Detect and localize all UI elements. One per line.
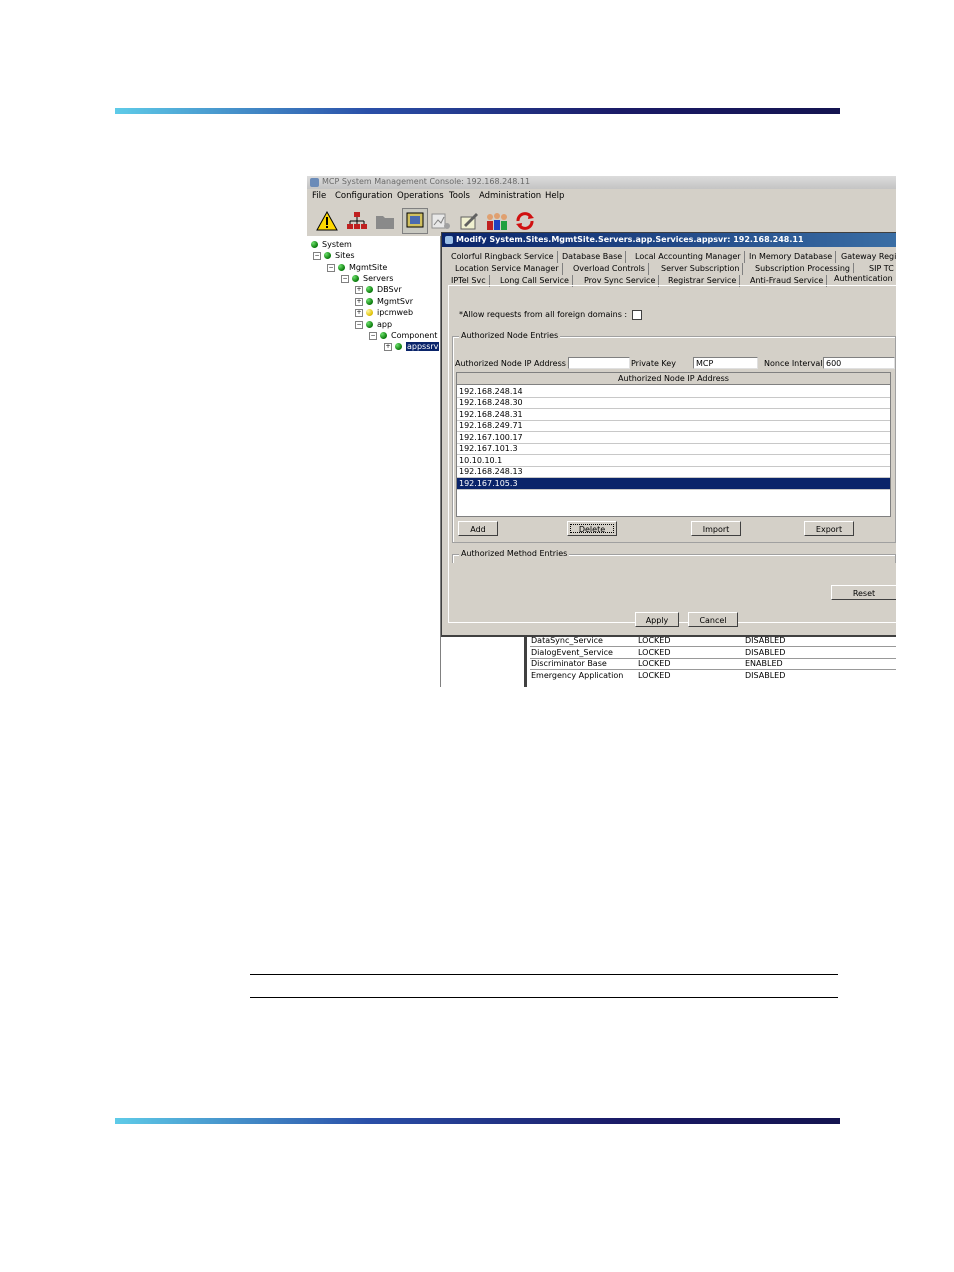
delete-button[interactable]: Delete xyxy=(567,521,617,536)
dialog-title: Modify System.Sites.MgmtSite.Servers.app… xyxy=(456,235,804,244)
edit-icon[interactable] xyxy=(457,209,481,233)
ip-address-input[interactable] xyxy=(568,357,630,369)
tree-node-system[interactable]: System xyxy=(311,240,352,249)
authentication-panel: *Allow requests from all foreign domains… xyxy=(448,285,896,623)
dialog-title-bar: Modify System.Sites.MgmtSite.Servers.app… xyxy=(442,233,896,247)
list-item[interactable]: 192.167.101.3 xyxy=(457,443,890,455)
divider-line xyxy=(250,974,838,975)
header-decorative-bar xyxy=(115,108,840,114)
tree-node-sites[interactable]: − Sites xyxy=(313,251,355,260)
ip-address-label: Authorized Node IP Address xyxy=(455,359,566,368)
chart-icon[interactable] xyxy=(429,209,453,233)
nonce-interval-input[interactable]: 600 xyxy=(823,357,895,369)
tab-gateway-registration[interactable]: Gateway Regi xyxy=(838,251,896,263)
tab-authentication[interactable]: Authentication xyxy=(831,273,896,285)
menu-administration[interactable]: Administration xyxy=(479,191,541,201)
divider-line xyxy=(250,997,838,998)
dialog-icon xyxy=(445,236,453,244)
system-tree: System − Sites − MgmtSite − Servers + DBSvr … xyxy=(307,236,441,687)
list-item[interactable]: 192.168.249.71 xyxy=(457,420,890,432)
authorized-ip-list: Authorized Node IP Address 192.168.248.1… xyxy=(456,372,891,517)
refresh-icon[interactable] xyxy=(513,209,537,233)
export-button[interactable]: Export xyxy=(804,521,854,536)
tab-overload-controls[interactable]: Overload Controls xyxy=(570,263,649,275)
app-icon xyxy=(310,178,319,187)
tab-local-accounting[interactable]: Local Accounting Manager xyxy=(632,251,745,263)
modify-dialog: Modify System.Sites.MgmtSite.Servers.app… xyxy=(441,232,896,637)
menu-help[interactable]: Help xyxy=(545,191,564,201)
network-topology-icon[interactable] xyxy=(345,209,369,233)
menu-configuration[interactable]: Configuration xyxy=(335,191,393,201)
window-title-bar: MCP System Management Console: 192.168.2… xyxy=(307,176,896,189)
tree-node-app[interactable]: − app xyxy=(355,320,392,329)
services-status-table: DataSync_Service LOCKED DISABLED DialogEve… xyxy=(524,631,896,687)
foreign-domains-label: *Allow requests from all foreign domains… xyxy=(459,310,628,319)
ip-list-header: Authorized Node IP Address xyxy=(457,373,890,385)
warning-icon[interactable] xyxy=(315,209,339,233)
cancel-button[interactable]: Cancel xyxy=(688,612,738,627)
list-item[interactable]: 192.168.248.30 xyxy=(457,397,890,409)
foreign-domains-checkbox[interactable] xyxy=(632,310,642,320)
authorized-method-entries-group: Authorized Method Entries xyxy=(452,549,896,563)
monitor-icon[interactable] xyxy=(402,208,428,234)
list-item-selected[interactable]: 192.167.105.3 xyxy=(457,478,890,490)
apply-button[interactable]: Apply xyxy=(635,612,679,627)
authorized-node-entries-group: Authorized Node Entries Authorized Node … xyxy=(452,331,896,543)
tree-node-appssrv[interactable]: + appssrv xyxy=(384,342,440,351)
tree-node-dbsvr[interactable]: + DBSvr xyxy=(355,285,402,294)
tree-node-mgmtsite[interactable]: − MgmtSite xyxy=(327,263,387,272)
reset-button[interactable]: Reset xyxy=(831,585,896,600)
menu-bar: File Configuration Operations Tools Admi… xyxy=(307,189,896,204)
tree-node-component[interactable]: − Component xyxy=(369,331,437,340)
import-button[interactable]: Import xyxy=(691,521,741,536)
tree-node-mgmtsvr[interactable]: + MgmtSvr xyxy=(355,297,413,306)
method-group-title: Authorized Method Entries xyxy=(459,549,570,558)
private-key-input[interactable]: MCP xyxy=(693,357,758,369)
tab-colorful-ringback[interactable]: Colorful Ringback Service xyxy=(448,251,558,263)
nonce-interval-label: Nonce Interval xyxy=(764,359,823,368)
tab-location-service[interactable]: Location Service Manager xyxy=(452,263,563,275)
menu-file[interactable]: File xyxy=(312,191,326,201)
window-title: MCP System Management Console: 192.168.2… xyxy=(322,177,531,186)
console-screenshot: MCP System Management Console: 192.168.2… xyxy=(307,176,896,687)
tree-node-ipcmweb[interactable]: + ipcmweb xyxy=(355,308,413,317)
users-icon[interactable] xyxy=(485,209,509,233)
menu-tools[interactable]: Tools xyxy=(449,191,470,201)
add-button[interactable]: Add xyxy=(458,521,498,536)
node-group-title: Authorized Node Entries xyxy=(459,331,561,340)
folder-icon[interactable] xyxy=(373,209,397,233)
private-key-label: Private Key xyxy=(631,359,676,368)
tab-server-subscription[interactable]: Server Subscription xyxy=(658,263,744,275)
menu-operations[interactable]: Operations xyxy=(397,191,444,201)
tab-in-memory-database[interactable]: In Memory Database xyxy=(746,251,837,263)
tree-node-servers[interactable]: − Servers xyxy=(341,274,393,283)
tab-database-base[interactable]: Database Base xyxy=(559,251,627,263)
list-item[interactable]: 192.168.248.13 xyxy=(457,466,890,478)
footer-decorative-bar xyxy=(115,1118,840,1124)
